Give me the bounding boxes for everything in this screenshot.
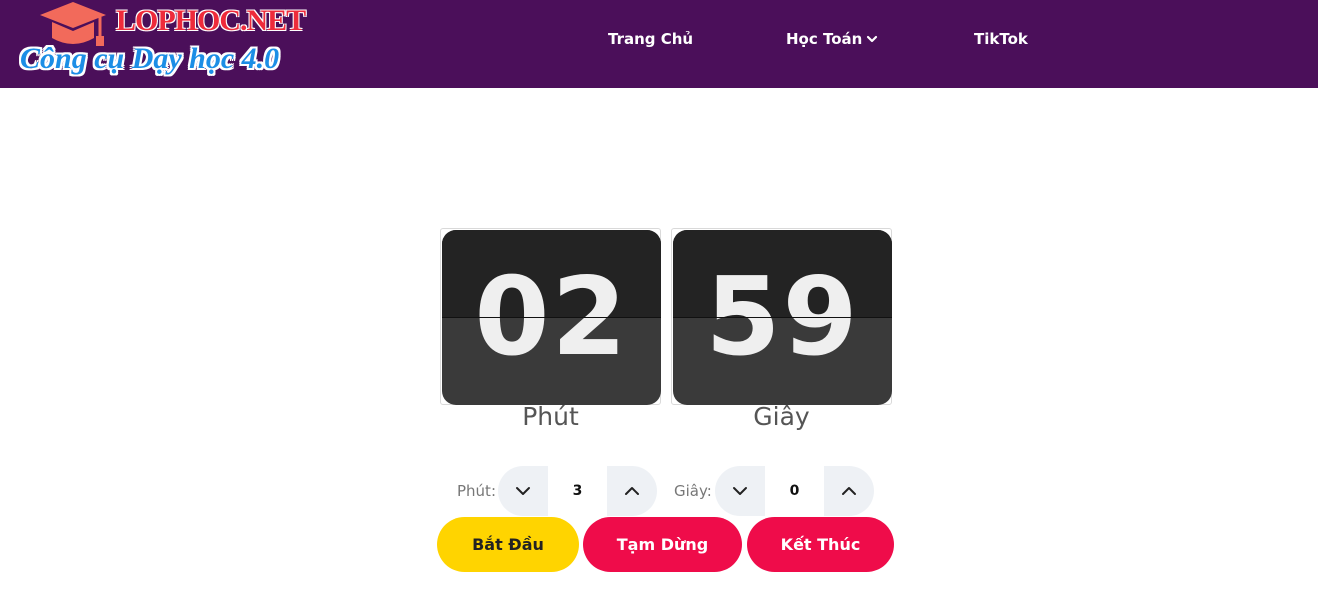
seconds-display: 59 — [705, 255, 860, 380]
seconds-decrement-button[interactable] — [715, 466, 765, 516]
seconds-card-divider — [673, 317, 892, 318]
seconds-input[interactable] — [765, 466, 824, 516]
nav-math-label: Học Toán — [786, 30, 863, 48]
minutes-card-divider — [442, 317, 661, 318]
minutes-decrement-button[interactable] — [498, 466, 548, 516]
pause-button[interactable]: Tạm Dừng — [583, 517, 742, 572]
seconds-stepper — [715, 466, 874, 516]
logo-slogan: Công cụ Dạy học 4.0 — [20, 42, 280, 75]
chevron-down-icon — [516, 487, 530, 495]
minutes-stepper — [498, 466, 657, 516]
chevron-up-icon — [842, 487, 856, 495]
chevron-down-icon — [867, 35, 878, 43]
minutes-display: 02 — [474, 255, 629, 380]
nav-tiktok-link[interactable]: TikTok — [974, 30, 1028, 48]
nav-tiktok-label: TikTok — [974, 30, 1028, 48]
seconds-increment-button[interactable] — [824, 466, 874, 516]
seconds-flip-card: 59 — [671, 228, 892, 405]
minutes-unit-label: Phút — [522, 402, 579, 431]
chevron-up-icon — [625, 487, 639, 495]
minutes-flip-card: 02 — [440, 228, 661, 405]
chevron-down-icon — [733, 487, 747, 495]
site-logo[interactable]: LOPHOC.NET Công cụ Dạy học 4.0 — [14, 0, 314, 88]
minutes-card-face: 02 — [442, 230, 661, 405]
start-button[interactable]: Bắt Đầu — [437, 517, 579, 572]
seconds-card-face: 59 — [673, 230, 892, 405]
minutes-input[interactable] — [548, 466, 607, 516]
minutes-setting-label: Phút: — [457, 482, 496, 500]
stop-button[interactable]: Kết Thúc — [747, 517, 894, 572]
minutes-increment-button[interactable] — [607, 466, 657, 516]
seconds-unit-label: Giây — [753, 402, 810, 431]
nav-math-menu[interactable]: Học Toán — [786, 30, 878, 48]
nav-home-link[interactable]: Trang Chủ — [608, 30, 693, 48]
seconds-setting-label: Giây: — [674, 482, 712, 500]
nav-home-label: Trang Chủ — [608, 30, 694, 48]
logo-site-name: LOPHOC.NET — [116, 4, 306, 37]
site-header: LOPHOC.NET Công cụ Dạy học 4.0 Trang Chủ… — [0, 0, 1318, 88]
